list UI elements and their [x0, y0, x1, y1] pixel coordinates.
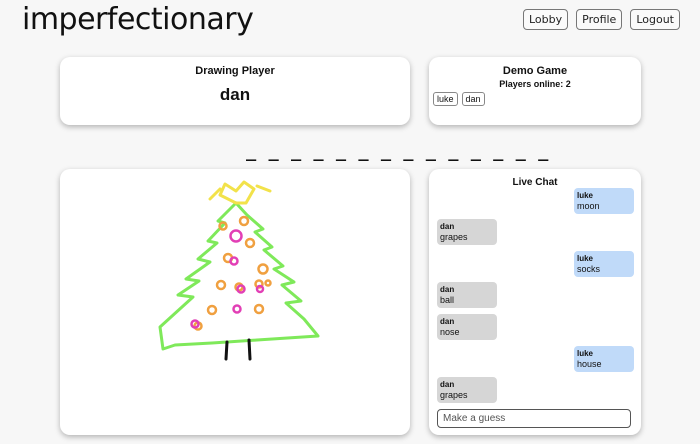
chat-message-other: dan ball	[437, 282, 497, 308]
profile-button[interactable]: Profile	[576, 9, 623, 30]
chat-message-text: socks	[577, 264, 601, 274]
chat-message-self: luke moon	[574, 188, 634, 214]
player-list: luke dan	[433, 92, 641, 106]
chat-message-user: dan	[440, 222, 455, 231]
chat-message-user: dan	[440, 380, 455, 389]
chat-message-other: dan nose	[437, 314, 497, 340]
chat-message-self: luke house	[574, 346, 634, 372]
chat-message-text: house	[577, 359, 602, 369]
guess-input[interactable]	[437, 409, 631, 428]
chat-message-text: grapes	[440, 390, 468, 400]
game-info-card: Demo Game Players online: 2 luke dan	[429, 57, 641, 125]
chat-message-user: dan	[440, 285, 455, 294]
drawing-player-card: Drawing Player dan	[60, 57, 410, 125]
tree-outline	[158, 201, 320, 351]
game-title: Demo Game	[502, 65, 568, 77]
chat-message-user: dan	[440, 317, 455, 326]
player-tag: luke	[433, 92, 458, 106]
chat-message-text: grapes	[440, 232, 468, 242]
lobby-button[interactable]: Lobby	[522, 9, 569, 30]
chat-message-text: ball	[440, 295, 455, 305]
drawing-player-title: Drawing Player	[195, 65, 275, 77]
live-chat-panel: Live Chat luke moon dan grapes luke sock…	[429, 169, 641, 435]
top-nav: Lobby Profile Logout	[522, 9, 680, 30]
chat-message-text: nose	[440, 327, 460, 337]
star-drawing	[208, 180, 272, 205]
chat-message-user: luke	[577, 349, 594, 358]
player-tag: dan	[461, 92, 485, 106]
app-logo: imperfectionary	[22, 2, 254, 37]
chat-message-text: moon	[577, 201, 600, 211]
chat-message-user: luke	[577, 191, 594, 200]
chat-title: Live Chat	[512, 177, 558, 188]
logout-button[interactable]: Logout	[630, 9, 680, 30]
players-online-count: Players online: 2	[499, 79, 571, 89]
chat-message-self: luke socks	[574, 251, 634, 277]
drawing-player-name: dan	[219, 85, 251, 104]
drawing-svg	[158, 180, 320, 361]
tree-drawing	[158, 180, 320, 361]
chat-message-other: dan grapes	[437, 377, 497, 403]
chat-message-other: dan grapes	[437, 219, 497, 245]
word-blanks: _ _ _ _ _ _ _ _ _ _ _ _ _ _	[246, 142, 550, 162]
chat-message-user: luke	[577, 254, 594, 263]
drawing-canvas[interactable]	[60, 169, 410, 435]
